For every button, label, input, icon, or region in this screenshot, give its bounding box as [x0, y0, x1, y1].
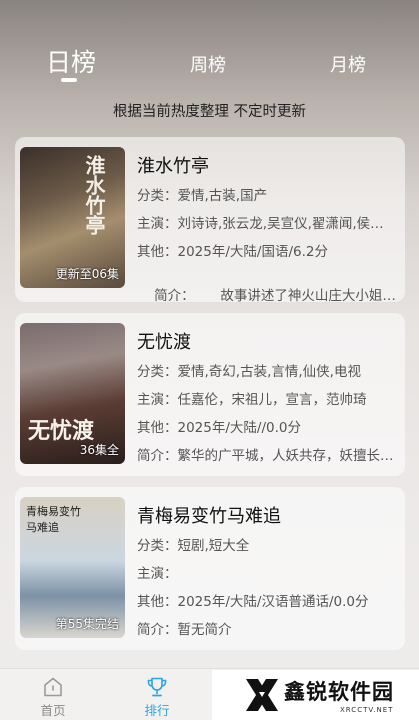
cast-value: 刘诗诗,张云龙,吴宣仪,翟潇闻,侯… [177, 216, 384, 232]
other-label: 其他： [137, 420, 178, 436]
episode-badge: 第55集完结 [55, 617, 119, 631]
genre-label: 分类： [137, 364, 178, 380]
tab-week[interactable]: 周榜 [190, 51, 226, 77]
intro-label: 简介： [154, 288, 195, 304]
genre-value: 爱情,奇幻,古装,言情,仙侠,电视 [177, 364, 361, 380]
drama-title[interactable]: 青梅易变竹马难追 [137, 502, 281, 528]
home-icon [44, 677, 62, 697]
watermark: 鑫锐软件园 XRCCTV.NET [212, 670, 419, 720]
intro-value: 故事讲述了神火山庄大小姐东… [194, 288, 399, 304]
cast-row: 主演：任嘉伦，宋祖儿，宣言，范帅琦 [137, 388, 399, 408]
nav-rank[interactable]: 排行 [127, 675, 187, 719]
intro-row: 简介：暂无简介 [137, 618, 399, 638]
poster-title-art: 淮水竹亭 [82, 155, 106, 235]
tab-month[interactable]: 月榜 [330, 51, 366, 77]
episode-badge: 更新至06集 [55, 267, 119, 281]
drama-card[interactable]: 淮水竹亭 更新至06集 淮水竹亭 分类：爱情,古装,国产 主演：刘诗诗,张云龙,… [15, 137, 405, 304]
ranking-tabs: 日榜 周榜 月榜 [0, 40, 419, 90]
other-label: 其他： [137, 594, 178, 610]
other-value: 2025年/大陆/国语/6.2分 [177, 244, 328, 260]
ranking-subtitle: 根据当前热度整理 不定时更新 [112, 104, 307, 120]
poster-title-art: 青梅易变竹马难追 [26, 505, 81, 534]
nav-home[interactable]: 首页 [23, 675, 83, 719]
drama-title[interactable]: 淮水竹亭 [137, 152, 209, 178]
other-label: 其他： [137, 244, 178, 260]
trophy-icon [147, 677, 167, 697]
intro-value: 繁华的广平城，人妖共存，妖擅长… [177, 448, 394, 464]
other-row: 其他：2025年/大陆/国语/6.2分 [137, 240, 399, 260]
nav-rank-label: 排行 [144, 703, 170, 718]
cast-row: 主演：刘诗诗,张云龙,吴宣仪,翟潇闻,侯… [137, 212, 399, 232]
watermark-text: 鑫锐软件园 [284, 680, 394, 704]
drama-card[interactable]: 无忧渡 36集全 无忧渡 分类：爱情,奇幻,古装,言情,仙侠,电视 主演：任嘉伦… [15, 313, 405, 476]
cast-label: 主演： [137, 392, 178, 408]
cast-value: 任嘉伦，宋祖儿，宣言，范帅琦 [177, 392, 367, 408]
genre-row: 分类：爱情,奇幻,古装,言情,仙侠,电视 [137, 360, 399, 380]
drama-title[interactable]: 无忧渡 [137, 328, 191, 354]
nav-home-label: 首页 [40, 703, 66, 718]
other-value: 2025年/大陆/汉语普通话/0.0分 [177, 594, 369, 610]
other-row: 其他：2025年/大陆/汉语普通话/0.0分 [137, 590, 399, 610]
watermark-logo-icon [246, 679, 278, 711]
episode-badge: 36集全 [79, 443, 119, 457]
cast-label: 主演： [137, 566, 178, 582]
tab-day[interactable]: 日榜 [46, 43, 96, 79]
tab-active-indicator [61, 78, 77, 82]
genre-label: 分类： [137, 188, 178, 204]
genre-row: 分类：短剧,短大全 [137, 534, 399, 554]
poster-image[interactable]: 青梅易变竹马难追 第55集完结 [20, 497, 125, 638]
intro-value: 暂无简介 [177, 622, 232, 638]
watermark-subtext: XRCCTV.NET [340, 706, 394, 714]
genre-value: 短剧,短大全 [177, 538, 250, 554]
other-value: 2025年/大陆//0.0分 [177, 420, 301, 436]
genre-value: 爱情,古装,国产 [177, 188, 268, 204]
cast-label: 主演： [137, 216, 178, 232]
other-row: 其他：2025年/大陆//0.0分 [137, 416, 399, 436]
genre-row: 分类：爱情,古装,国产 [137, 184, 399, 204]
intro-row: 简介：繁华的广平城，人妖共存，妖擅长… [137, 444, 399, 464]
poster-image[interactable]: 无忧渡 36集全 [20, 323, 125, 464]
cast-row: 主演： [137, 562, 399, 582]
poster-image[interactable]: 淮水竹亭 更新至06集 [20, 147, 125, 288]
intro-label: 简介： [137, 448, 178, 464]
intro-label: 简介： [137, 622, 178, 638]
drama-card[interactable]: 青梅易变竹马难追 第55集完结 青梅易变竹马难追 分类：短剧,短大全 主演： 其… [15, 487, 405, 650]
genre-label: 分类： [137, 538, 178, 554]
